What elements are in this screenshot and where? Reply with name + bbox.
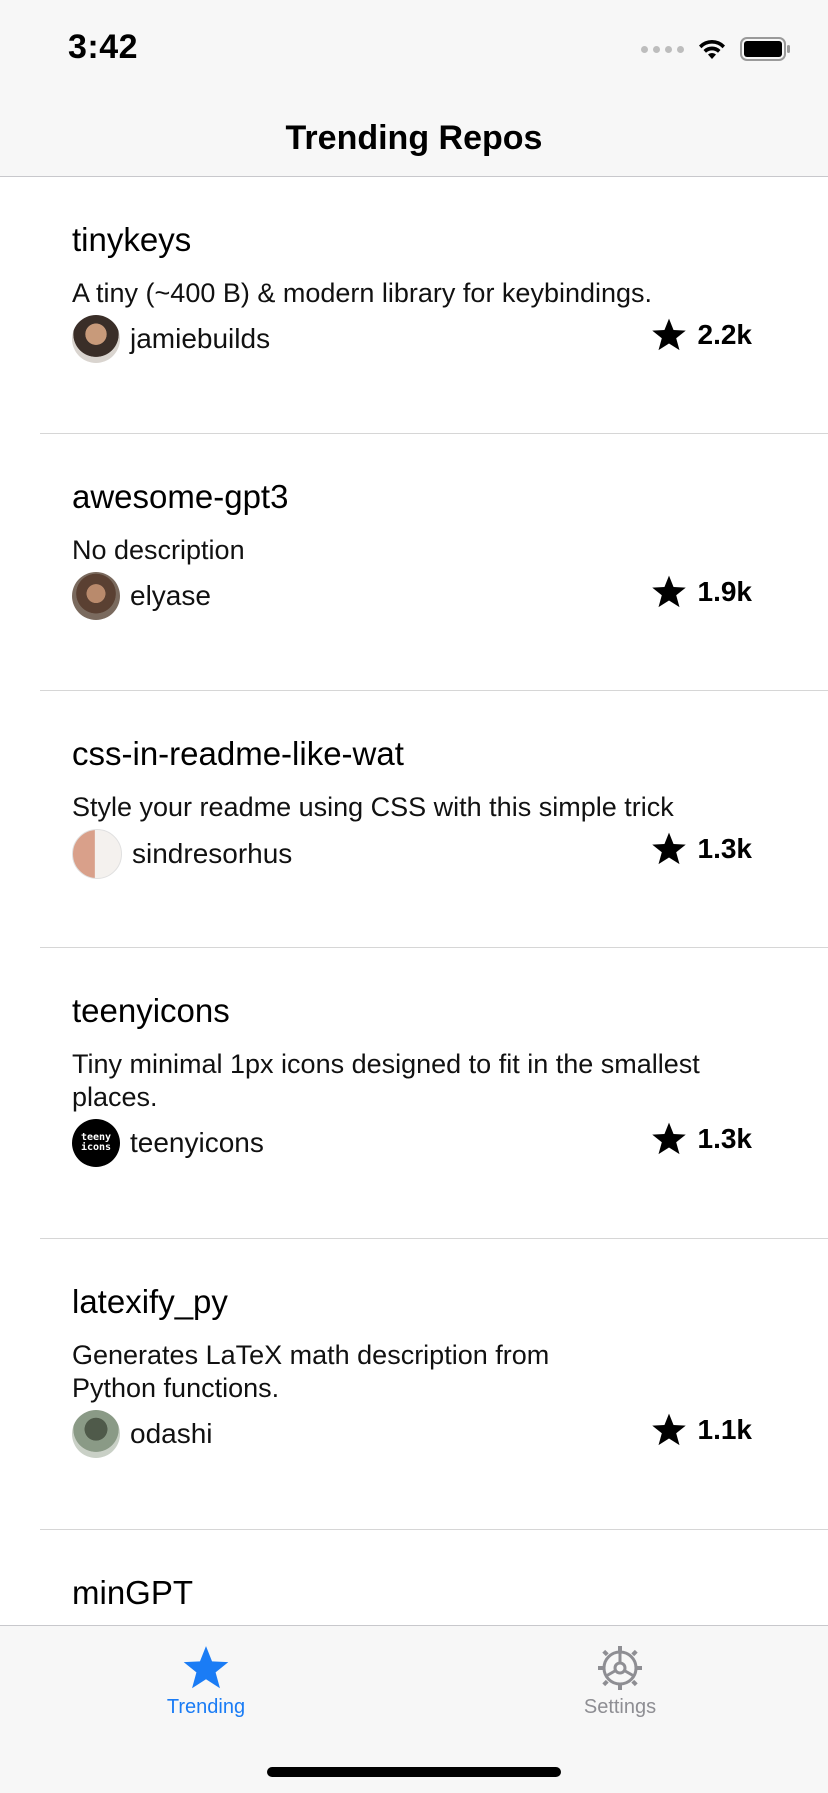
avatar: [72, 315, 120, 363]
owner-name: sindresorhus: [132, 838, 293, 869]
tab-label: Trending: [166, 1696, 246, 1718]
owner: teeny icons teenyicons: [72, 1119, 264, 1167]
star-icon: [650, 1412, 688, 1448]
star-icon: [650, 317, 688, 353]
tab-label: Settings: [583, 1696, 657, 1718]
gear-icon: [540, 1644, 700, 1692]
battery-icon: [740, 36, 792, 62]
page-title: Trending Repos: [285, 118, 543, 157]
repo-description: Generates LaTeX math description from Py…: [72, 1340, 550, 1403]
list-item[interactable]: tinykeys A tiny (~400 B) & modern librar…: [40, 177, 828, 434]
repo-description: Tiny minimal 1px icons designed to fit i…: [72, 1049, 700, 1112]
repo-list[interactable]: tinykeys A tiny (~400 B) & modern librar…: [0, 177, 828, 1787]
star-count-badge: 1.9k: [650, 574, 753, 610]
star-count-badge: 1.1k: [650, 1412, 753, 1448]
repo-description: No description: [72, 535, 245, 565]
star-count: 1.9k: [697, 576, 753, 607]
repo-name: tinykeys: [72, 221, 192, 258]
star-icon: [650, 831, 688, 867]
star-count: 1.3k: [697, 833, 753, 864]
avatar: [72, 829, 122, 879]
owner-name: teenyicons: [130, 1127, 264, 1158]
status-icons: [641, 34, 792, 64]
tab-trending[interactable]: Trending: [126, 1644, 286, 1719]
owner: jamiebuilds: [72, 315, 270, 363]
avatar: teeny icons: [72, 1119, 120, 1167]
star-count: 2.2k: [697, 319, 753, 350]
owner: elyase: [72, 572, 211, 620]
cellular-signal-icon: [641, 45, 684, 53]
repo-name: awesome-gpt3: [72, 478, 289, 515]
status-bar: 3:42: [0, 0, 828, 100]
list-item[interactable]: latexify_py Generates LaTeX math descrip…: [40, 1239, 828, 1530]
star-count: 1.3k: [697, 1123, 753, 1154]
list-item[interactable]: awesome-gpt3 No description elyase 1.9k: [40, 434, 828, 691]
star-count-badge: 2.2k: [650, 317, 753, 353]
star-count-badge: 1.3k: [650, 1121, 753, 1157]
star-count-badge: 1.3k: [650, 831, 753, 867]
owner-name: jamiebuilds: [130, 323, 271, 354]
repo-name: latexify_py: [72, 1283, 228, 1320]
home-indicator[interactable]: [267, 1767, 561, 1777]
owner-name: elyase: [130, 580, 211, 611]
status-time: 3:42: [68, 28, 139, 66]
star-icon: [650, 574, 688, 610]
avatar: [72, 572, 120, 620]
repo-name: minGPT: [72, 1574, 194, 1611]
repo-description: A tiny (~400 B) & modern library for key…: [72, 278, 653, 308]
star-icon: [650, 1121, 688, 1157]
tab-settings[interactable]: Settings: [540, 1644, 700, 1719]
repo-description: Style your readme using CSS with this si…: [72, 792, 674, 822]
owner: odashi: [72, 1410, 213, 1458]
owner-name: odashi: [130, 1418, 213, 1449]
star-count: 1.1k: [697, 1414, 753, 1445]
list-item[interactable]: css-in-readme-like-wat Style your readme…: [40, 691, 828, 948]
list-item[interactable]: teenyicons Tiny minimal 1px icons design…: [40, 948, 828, 1239]
star-icon: [126, 1644, 286, 1692]
repo-name: teenyicons: [72, 992, 230, 1029]
avatar: [72, 1410, 120, 1458]
repo-name: css-in-readme-like-wat: [72, 735, 404, 772]
wifi-icon: [696, 37, 728, 61]
owner: sindresorhus: [72, 829, 292, 879]
navigation-bar: Trending Repos: [0, 100, 828, 177]
